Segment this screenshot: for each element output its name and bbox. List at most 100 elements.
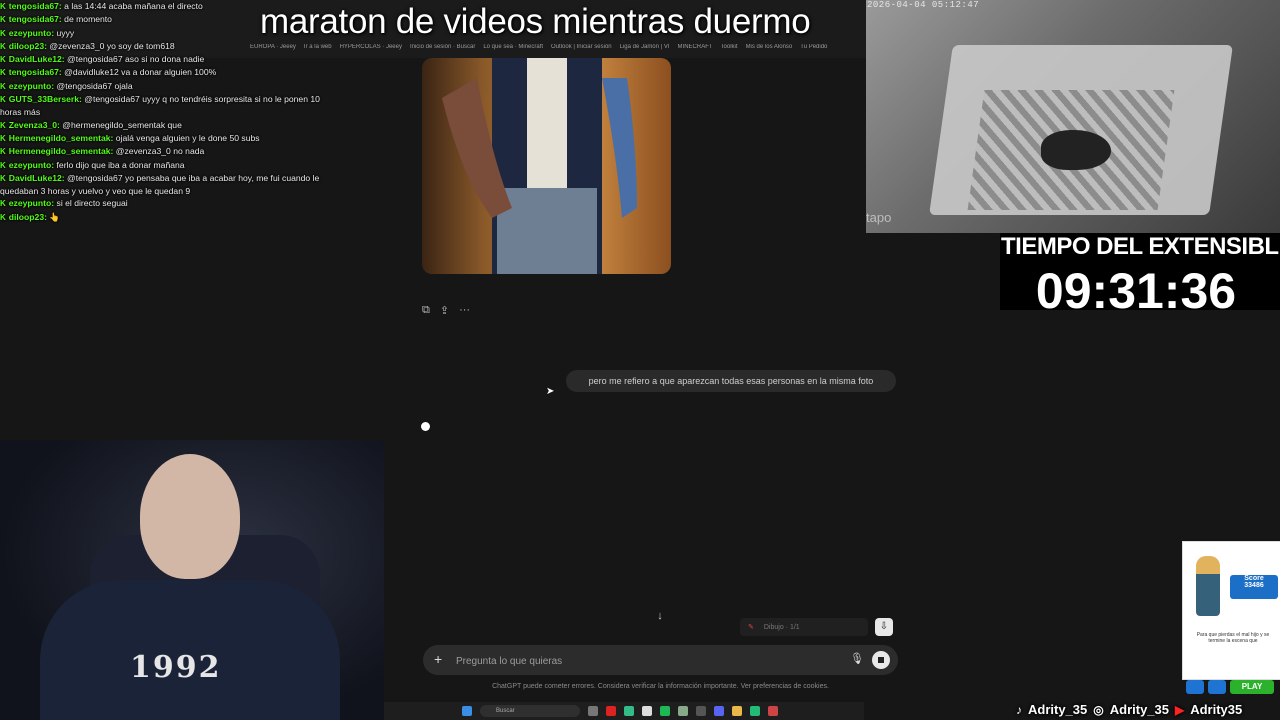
media-icon[interactable] [750, 706, 760, 716]
chrome-icon[interactable] [624, 706, 634, 716]
chat-text: @zevenza3_0 no nada [113, 146, 205, 157]
bookmark-item[interactable]: HYPERCOLAS · Jeeey [340, 44, 402, 58]
opera-icon[interactable] [606, 706, 616, 716]
stop-button[interactable] [872, 651, 890, 669]
bookmark-item[interactable]: Outlook | Iniciar sesión [551, 44, 612, 58]
task-view-icon[interactable] [588, 706, 598, 716]
kick-badge-icon: K [0, 160, 6, 170]
discord-icon[interactable] [714, 706, 724, 716]
kick-badge-icon: K [0, 173, 6, 183]
chat-text: @zevenza3_0 yo soy de tom618 [46, 40, 175, 51]
kick-badge-icon: K [0, 81, 6, 91]
kick-badge-icon: K [0, 68, 6, 78]
chat-username: ezeypunto: [8, 27, 55, 38]
composer-input[interactable] [454, 649, 838, 673]
ad-play-button[interactable]: PLAY [1230, 680, 1274, 694]
chat-text: @hermenegildo_sementak que [59, 119, 182, 130]
chat-message: K Hermenegildo_sementak: @zevenza3_0 no n… [0, 145, 345, 158]
bookmark-item[interactable]: Inicio de sesión · Buscar [410, 44, 475, 58]
chat-username: tengosida67: [8, 1, 62, 11]
timer-label: TIEMPO DEL EXTENSIBLE: [1001, 233, 1280, 260]
bookmark-item[interactable]: Lo que sea · Minecraft [483, 44, 543, 58]
kick-badge-icon: K [0, 55, 6, 65]
app2-icon[interactable] [768, 706, 778, 716]
chat-username: tengosida67: [8, 67, 62, 78]
chat-username: ezeypunto: [8, 159, 55, 170]
scroll-down-icon[interactable]: ↓ [652, 610, 668, 626]
image-edit-toolbar[interactable]: ✎ Dibujo · 1/1 [740, 618, 868, 636]
bookmark-item[interactable]: Toolkit [721, 44, 738, 58]
more-icon[interactable]: ··· [459, 304, 470, 317]
chat-text: @davidluke12 va a donar alguien 100% [61, 67, 217, 78]
share-icon[interactable]: ⇪ [440, 304, 449, 317]
chat-username: Hermenegildo_sementak: [8, 132, 114, 143]
pet-camera-feed [866, 0, 1280, 233]
stream-title: maraton de videos mientras duermo [260, 2, 811, 41]
chat-username: diloop23: [8, 40, 47, 51]
mouse-cursor-icon: ➤ [546, 386, 555, 397]
chat-text: si el directo seguai [54, 198, 128, 209]
chat-message: K Zevenza3_0: @hermenegildo_sementak que [0, 119, 345, 132]
ad-character [1196, 556, 1220, 616]
taskbar: Buscar [384, 702, 864, 720]
ad-score: Score 33486 [1230, 575, 1278, 599]
app-icon[interactable] [678, 706, 688, 716]
chat-text: 👆 [46, 211, 61, 222]
chat-text: @tengosida67 ojala [54, 80, 133, 91]
streamer-webcam: 1992 [0, 440, 384, 720]
home-icon[interactable] [1186, 680, 1204, 694]
chat-message: K Hermenegildo_sementak: ojalá venga algu… [0, 132, 345, 145]
chat-text: ojalá venga alguien y le done 50 subs [113, 132, 260, 143]
ad-score-label: Score [1244, 575, 1264, 582]
chat-message: Kezeypunto: ferlo dijo que iba a donar m… [0, 159, 345, 172]
generated-image[interactable] [422, 58, 671, 274]
kick-badge-icon: K [0, 15, 6, 25]
pencil-icon[interactable]: ✎ [748, 623, 754, 631]
file-icon[interactable] [642, 706, 652, 716]
terminal-icon[interactable] [696, 706, 706, 716]
chat-username: DavidLuke12: [8, 172, 65, 183]
microphone-icon[interactable]: 🎙 [850, 652, 864, 665]
chat-text: @tengosida67 aso si no dona nadie [64, 54, 205, 65]
kick-badge-icon: K [0, 95, 6, 105]
timer-value: 09:31:36 [1035, 263, 1237, 319]
ad-text: Para que pierdas el mal hijo y se termin… [1196, 632, 1270, 644]
chat-text: ferlo dijo que iba a donar mañana [54, 159, 185, 170]
copy-icon[interactable]: ⧉ [422, 304, 430, 317]
chat-username: DavidLuke12: [8, 54, 65, 65]
chat-username: diloop23: [8, 211, 47, 222]
camera-brand: tapo [866, 210, 892, 225]
taskbar-search[interactable]: Buscar [480, 705, 580, 717]
chat-text: de momento [61, 14, 112, 25]
kick-badge-icon: K [0, 41, 6, 51]
bookmark-item[interactable]: Liga de Jamón | VI [620, 44, 670, 58]
ad-score-value: 33486 [1244, 582, 1264, 589]
chat-message: Kdiloop23: 👆 [0, 211, 345, 224]
bookmark-item[interactable]: MINECRAFT [678, 44, 713, 58]
dog-shape [1041, 130, 1111, 170]
spotify-icon[interactable] [660, 706, 670, 716]
image-edit-label: Dibujo · 1/1 [763, 623, 800, 631]
plus-icon[interactable]: + [434, 651, 442, 667]
disclaimer-text: ChatGPT puede cometer errores. Considera… [492, 683, 829, 690]
download-icon[interactable]: ⇩ [875, 618, 893, 636]
kick-badge-icon: K [0, 147, 6, 157]
up-icon[interactable] [1208, 680, 1226, 694]
bookmark-item[interactable]: Tu Pedido [800, 44, 827, 58]
bookmark-item[interactable]: Mis de los Alonso [746, 44, 793, 58]
folder-icon[interactable] [732, 706, 742, 716]
loading-indicator [421, 422, 430, 431]
tiktok-icon: ♪ [1016, 702, 1022, 717]
chat-message: Ktengosida67: @davidluke12 va a donar al… [0, 66, 345, 79]
windows-start-icon[interactable] [462, 706, 472, 716]
instagram-icon: ◎ [1093, 702, 1104, 717]
kick-badge-icon: K [0, 199, 6, 209]
person-illustration [442, 58, 637, 274]
chat-username: Zevenza3_0: [8, 119, 60, 130]
instagram-handle: Adrity_35 [1109, 702, 1169, 717]
chat-username: tengosida67: [8, 14, 62, 25]
social-handles: ♪ Adrity_35 ◎ Adrity_35 ▶ Adrity35 [1016, 702, 1242, 717]
ad-buttons: PLAY [1186, 680, 1274, 694]
camera-timestamp: 2026-04-04 05:12:47 [867, 0, 980, 10]
chat-message: K GUTS_33Berserk: @tengosida67 uyyy q no … [0, 93, 340, 119]
